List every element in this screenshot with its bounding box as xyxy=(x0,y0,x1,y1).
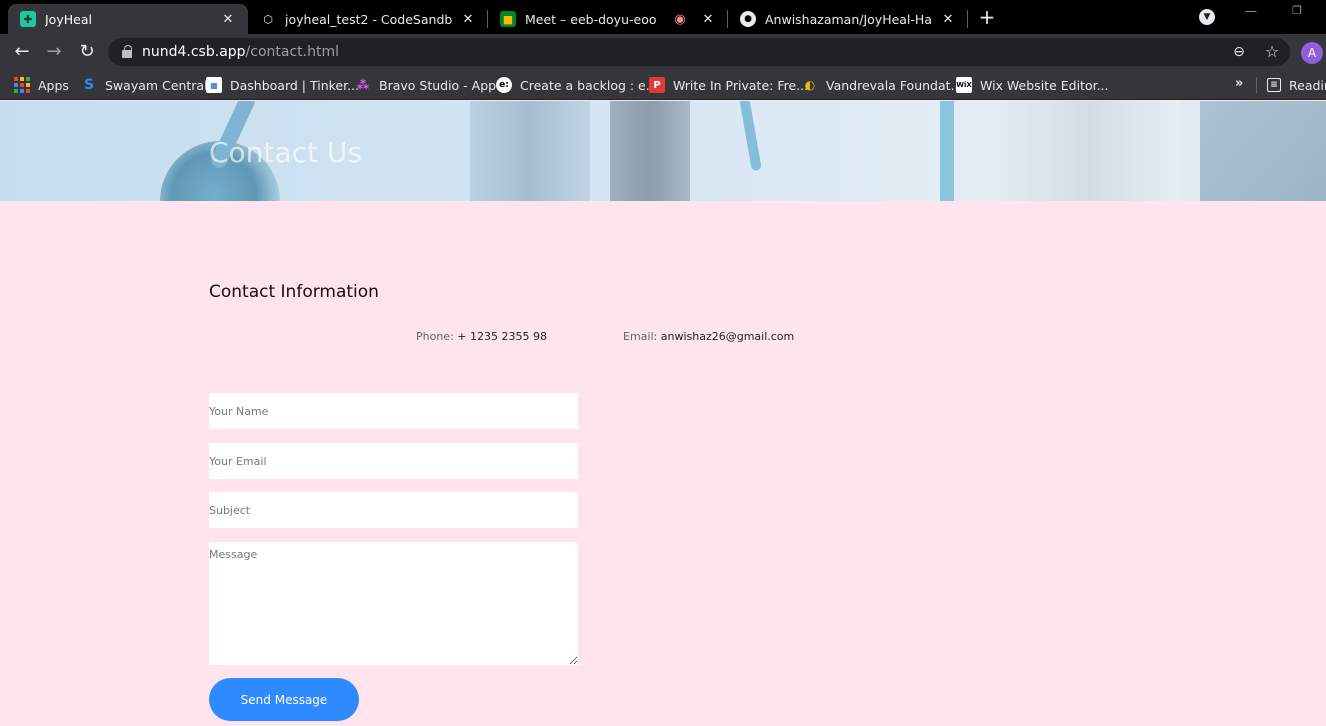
phone-info: Phone: + 1235 2355 98 xyxy=(416,330,547,343)
bookmark-label: Write In Private: Fre... xyxy=(673,77,809,93)
browser-toolbar: ← → ↻ nund4.csb.app/contact.html ⊖ ☆ A xyxy=(0,34,1326,70)
apps-grid-icon xyxy=(14,77,30,93)
tab-title: JoyHeal xyxy=(45,11,92,27)
github-icon: ● xyxy=(740,11,756,27)
google-meet-icon: ■ xyxy=(500,11,516,27)
bookmark-wix[interactable]: WiX Wix Website Editor... xyxy=(956,76,1109,94)
bookmarks-separator xyxy=(1256,77,1257,93)
bookmark-backlog[interactable]: e: Create a backlog : e... xyxy=(496,76,658,94)
close-tab-icon[interactable]: ✕ xyxy=(940,12,956,27)
new-tab-plus-icon[interactable]: + xyxy=(977,6,997,28)
back-arrow-icon[interactable]: ← xyxy=(10,40,34,64)
bookmark-label: Apps xyxy=(38,77,69,93)
url-text[interactable]: nund4.csb.app/contact.html xyxy=(142,38,339,66)
reading-list-icon: ≡ xyxy=(1267,78,1281,92)
profile-avatar[interactable]: A xyxy=(1301,42,1323,64)
bookmark-label: Wix Website Editor... xyxy=(980,77,1109,93)
joyheal-favicon-icon: ✚ xyxy=(20,11,36,27)
subject-input[interactable] xyxy=(209,492,578,528)
tab-title: Meet – eeb-doyu-eoo xyxy=(525,11,657,27)
bravo-studio-icon: ⁂ xyxy=(356,78,370,92)
hero-banner: Contact Us xyxy=(0,101,1326,201)
tinkercad-icon: ▦ xyxy=(206,77,222,93)
close-tab-icon[interactable]: ✕ xyxy=(460,12,476,27)
tab-search-chevron-icon[interactable]: ▼ xyxy=(1199,9,1215,25)
bookmark-bravo-studio[interactable]: ⁂ Bravo Studio - App xyxy=(355,76,496,94)
browser-tab-strip: ✚ JoyHeal ✕ ⬡ joyheal_test2 - CodeSandbo… xyxy=(0,0,1326,34)
bookmark-write-in-private[interactable]: P Write In Private: Fre... xyxy=(649,76,808,94)
tab-separator xyxy=(967,10,968,28)
email-label: Email: xyxy=(623,330,658,343)
lock-icon[interactable] xyxy=(122,45,132,58)
bookmark-apps[interactable]: Apps xyxy=(14,76,69,94)
reading-list[interactable]: ≡ Readin xyxy=(1267,76,1326,94)
email-input[interactable] xyxy=(209,443,578,479)
vandrevala-icon: ◐ xyxy=(804,78,816,92)
phone-label: Phone: xyxy=(416,330,454,343)
email-value: anwishaz26@gmail.com xyxy=(660,330,795,343)
bookmark-label: Readin xyxy=(1289,77,1326,93)
bookmark-label: Bravo Studio - App xyxy=(379,77,497,93)
name-input[interactable] xyxy=(209,393,578,429)
close-tab-icon[interactable]: ✕ xyxy=(220,12,236,27)
message-textarea[interactable] xyxy=(209,542,578,665)
bookmark-label: Create a backlog : e... xyxy=(520,77,658,93)
minimize-window-icon[interactable]: — xyxy=(1243,4,1259,20)
tab-meet[interactable]: ■ Meet – eeb-doyu-eoo ◉ ✕ xyxy=(488,4,728,34)
contact-information-heading: Contact Information xyxy=(209,282,379,302)
write-in-private-icon: P xyxy=(649,77,665,93)
address-bar[interactable]: nund4.csb.app/contact.html ⊖ ☆ xyxy=(108,38,1290,66)
tab-joyheal[interactable]: ✚ JoyHeal ✕ xyxy=(8,4,248,34)
tab-title: joyheal_test2 - CodeSandbox xyxy=(285,11,452,27)
tab-codesandbox[interactable]: ⬡ joyheal_test2 - CodeSandbox ✕ xyxy=(248,4,488,34)
bookmark-vandrevala[interactable]: ◐ Vandrevala Foundat... xyxy=(802,76,963,94)
bookmark-star-icon[interactable]: ☆ xyxy=(1263,43,1281,61)
forward-arrow-icon[interactable]: → xyxy=(42,40,66,64)
bookmark-label: Swayam Central xyxy=(105,77,208,93)
url-host: nund4.csb.app xyxy=(142,44,246,60)
wix-icon: WiX xyxy=(956,77,972,93)
tab-github[interactable]: ● Anwishazaman/JoyHeal-HackeRa ✕ xyxy=(728,4,968,34)
close-tab-icon[interactable]: ✕ xyxy=(700,12,716,27)
bookmark-tinkercad[interactable]: ▦ Dashboard | Tinker... xyxy=(206,76,359,94)
restore-window-icon[interactable]: ❐ xyxy=(1289,4,1305,20)
email-info: Email: anwishaz26@gmail.com xyxy=(623,330,794,343)
zoom-magnifier-icon[interactable]: ⊖ xyxy=(1231,44,1247,60)
reload-icon[interactable]: ↻ xyxy=(75,40,99,64)
bookmark-swayam[interactable]: S Swayam Central xyxy=(81,76,208,94)
recording-icon: ◉ xyxy=(674,11,686,27)
hero-overlay xyxy=(0,101,1326,201)
bookmark-label: Dashboard | Tinker... xyxy=(230,77,360,93)
codesandbox-cube-icon: ⬡ xyxy=(263,12,273,26)
more-bookmarks-chevron-icon[interactable]: » xyxy=(1235,76,1243,91)
send-message-button[interactable]: Send Message xyxy=(209,678,359,721)
phone-value: + 1235 2355 98 xyxy=(457,330,547,343)
page-title: Contact Us xyxy=(209,136,362,169)
swayam-icon: S xyxy=(83,77,95,93)
tab-title: Anwishazaman/JoyHeal-HackeRa xyxy=(765,11,932,27)
url-path: /contact.html xyxy=(245,44,339,60)
bookmark-label: Vandrevala Foundat... xyxy=(826,77,963,93)
backlog-icon: e: xyxy=(496,77,512,93)
bookmarks-bar: Apps S Swayam Central ▦ Dashboard | Tink… xyxy=(0,70,1326,100)
